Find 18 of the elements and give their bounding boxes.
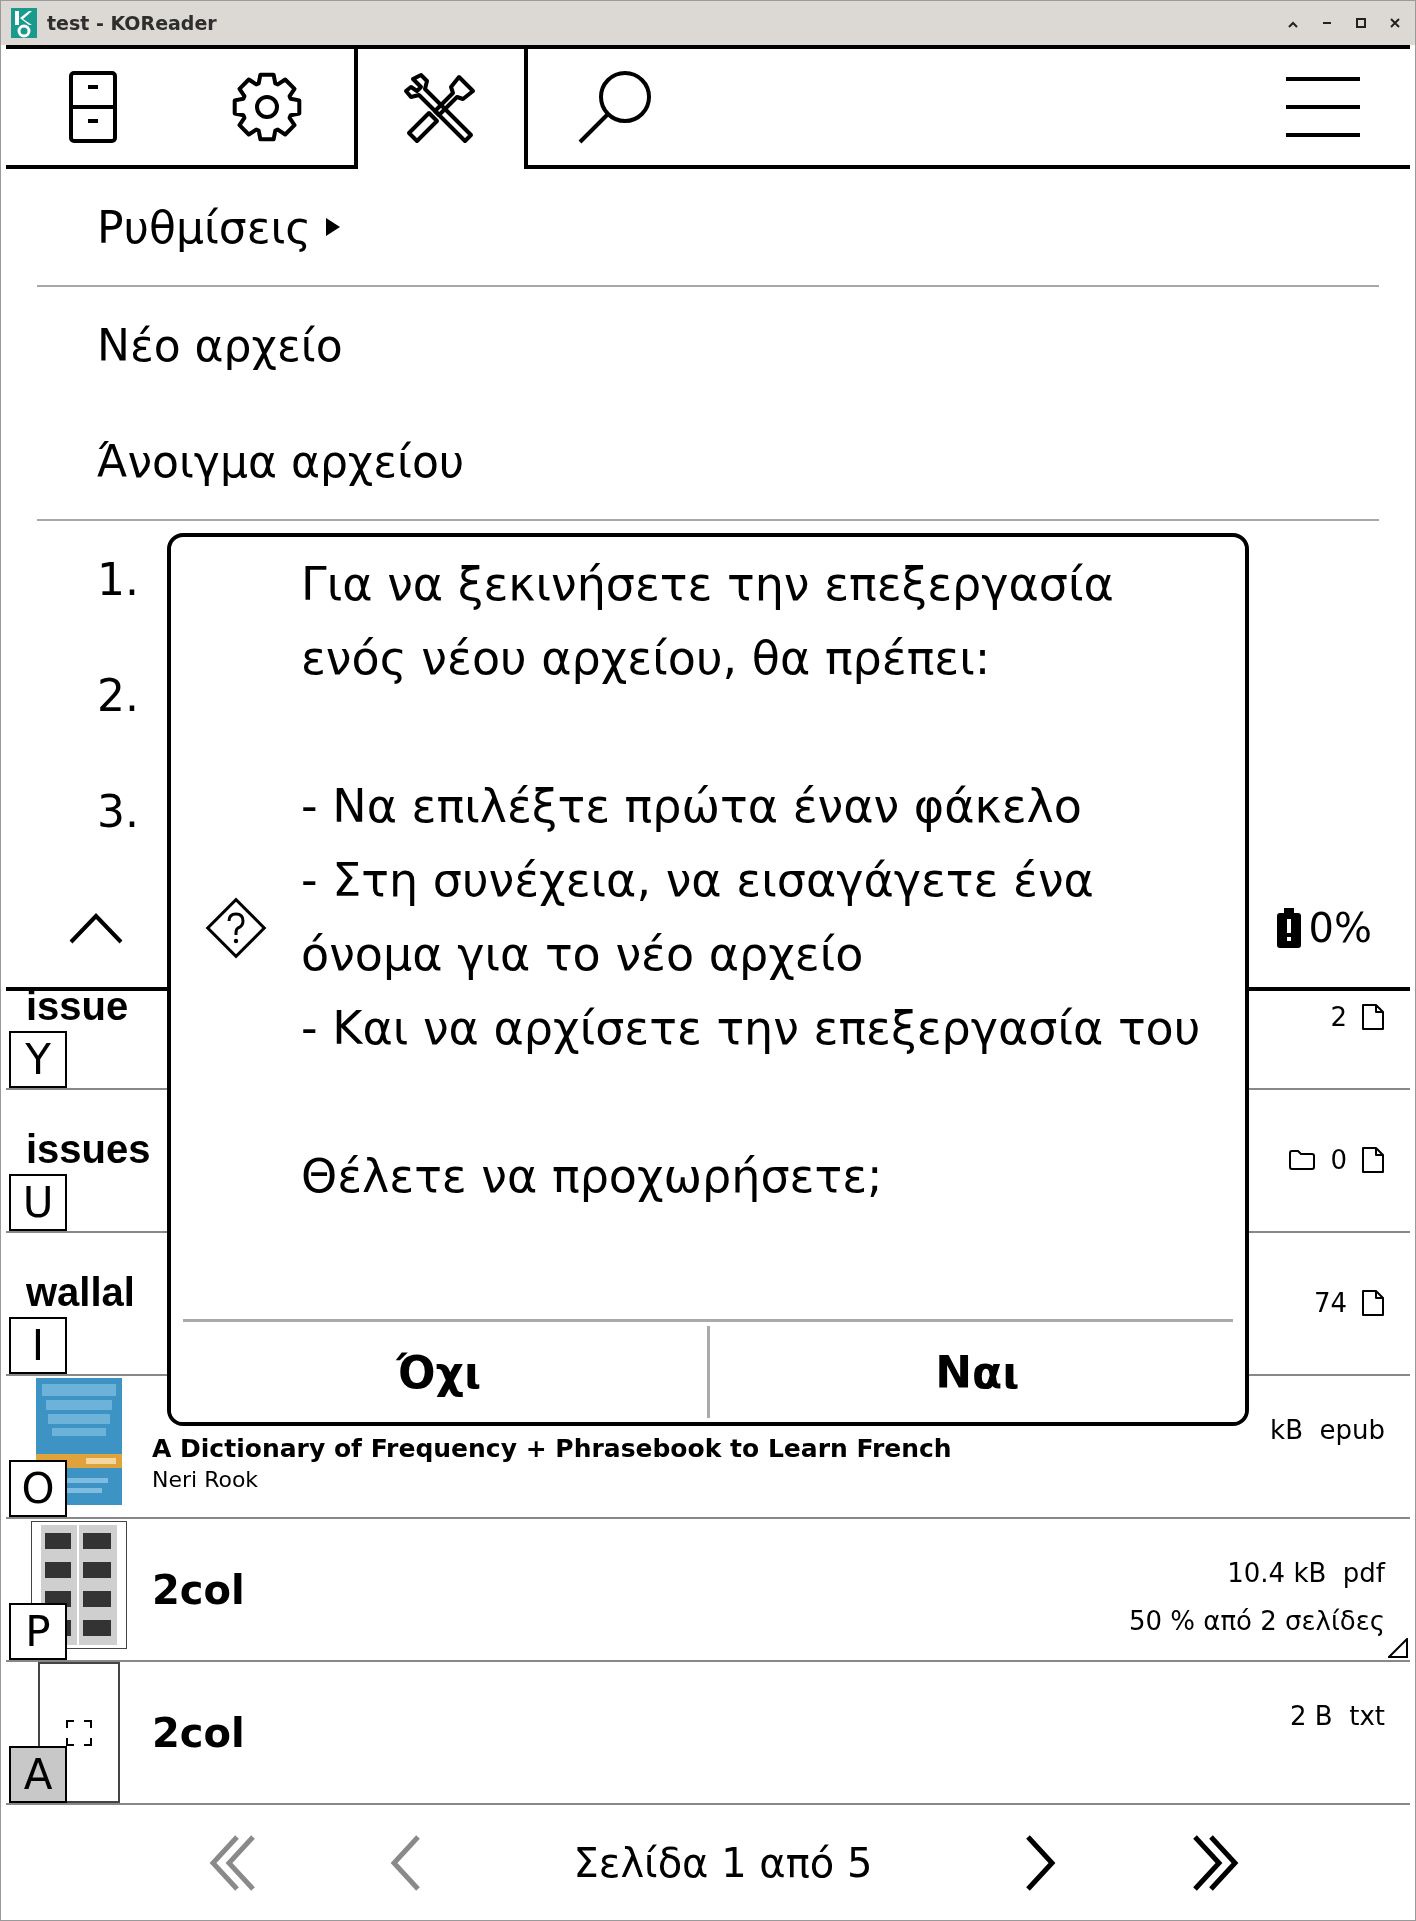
page-indicator: Σελίδα 1 από 5	[572, 1839, 874, 1886]
book-info: 2 B txt	[1290, 1700, 1385, 1733]
book-author: Neri Rook	[152, 1467, 260, 1492]
item-count: 0	[1330, 1144, 1347, 1175]
shortcut-key: A	[9, 1746, 67, 1803]
book-info: 50 % από 2 σελίδες	[1128, 1605, 1385, 1638]
book-info: kB epub	[1270, 1414, 1385, 1447]
battery-level: 0%	[1308, 905, 1372, 951]
shortcut-key: U	[9, 1174, 67, 1231]
book-info: 10.4 kB pdf	[1226, 1557, 1385, 1590]
shortcut-key: I	[9, 1317, 67, 1374]
window-title: test - KOReader	[47, 12, 218, 34]
item-count: 74	[1313, 1287, 1347, 1318]
item-count: 2	[1330, 1001, 1347, 1032]
shortcut-key: O	[9, 1460, 67, 1517]
shortcut-key: Y	[9, 1031, 67, 1088]
shortcut-key: P	[9, 1603, 67, 1660]
dialog-message: Για να ξεκινήσετε την επεξεργασία ενός νέου αρχείου, θα πρέπει: - Να επιλέξτε πρώτα έναν φάκελο - Στη συνέχεια, να εισαγάγετε ένα όνομα για το νέο αρχείο - Και να αρχίσετε την επεξεργασία του Θέλετε να προχωρήσετε;	[301, 556, 1202, 1205]
